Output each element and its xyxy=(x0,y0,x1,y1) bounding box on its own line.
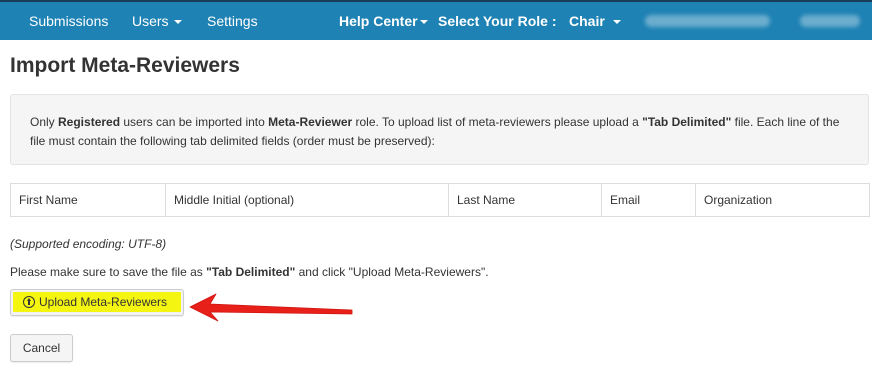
blurred-user-info xyxy=(645,15,770,27)
nav-help-center-dropdown[interactable]: Help Center xyxy=(339,13,428,29)
arrow-head xyxy=(189,293,353,322)
field-first-name: First Name xyxy=(11,184,166,216)
encoding-note: (Supported encoding: UTF-8) xyxy=(10,237,167,251)
cancel-button[interactable]: Cancel xyxy=(10,334,73,362)
caret-down-icon xyxy=(612,20,621,24)
upload-circle-icon xyxy=(23,296,35,308)
upload-instruction: Please make sure to save the file as "Ta… xyxy=(10,265,489,279)
red-arrow-annotation xyxy=(189,293,353,322)
nav-submissions-label: Submissions xyxy=(29,13,109,29)
info-text-bold: Meta-Reviewer xyxy=(268,115,353,129)
page-title: Import Meta-Reviewers xyxy=(10,54,240,77)
upload-meta-reviewers-button[interactable]: Upload Meta-Reviewers xyxy=(10,289,184,316)
info-text-bold: "Tab Delimited" xyxy=(642,115,732,129)
info-text-part: role. To upload list of meta-reviewers p… xyxy=(352,115,643,129)
nav-role-dropdown[interactable]: Chair xyxy=(569,13,621,29)
info-text-part: users can be imported into xyxy=(120,115,269,129)
instruction-bold: "Tab Delimited" xyxy=(206,265,296,279)
nav-select-role-label: Select Your Role : xyxy=(438,13,557,29)
nav-submissions[interactable]: Submissions xyxy=(29,13,108,29)
nav-role-label: Chair xyxy=(569,13,605,29)
instruction-part: and click "Upload Meta-Reviewers". xyxy=(295,265,489,279)
nav-help-center-label: Help Center xyxy=(339,13,418,29)
field-organization: Organization xyxy=(704,193,773,207)
nav-users-dropdown[interactable]: Users xyxy=(132,13,182,29)
field-last-name: Last Name xyxy=(449,184,602,216)
info-text: Only Registered users can be imported in… xyxy=(30,113,852,151)
nav-settings-label: Settings xyxy=(207,13,258,29)
field-email: Email xyxy=(602,184,696,216)
fields-table: First Name Middle Initial (optional) Las… xyxy=(10,183,870,217)
field-middle-initial: Middle Initial (optional) xyxy=(166,184,449,216)
info-text-bold: Registered xyxy=(58,115,121,129)
nav-settings[interactable]: Settings xyxy=(207,13,258,29)
caret-down-icon xyxy=(173,20,182,24)
caret-down-icon xyxy=(419,20,428,24)
info-panel: Only Registered users can be imported in… xyxy=(10,94,869,165)
info-text-part: Only xyxy=(30,115,59,129)
nav-users-label: Users xyxy=(132,13,169,29)
upload-button-highlight: Upload Meta-Reviewers xyxy=(13,292,181,312)
blurred-user-menu[interactable] xyxy=(800,15,860,27)
top-navbar: Submissions Users Settings Help Center S… xyxy=(0,0,872,40)
instruction-part: Please make sure to save the file as xyxy=(10,265,207,279)
upload-button-label: Upload Meta-Reviewers xyxy=(39,295,168,309)
